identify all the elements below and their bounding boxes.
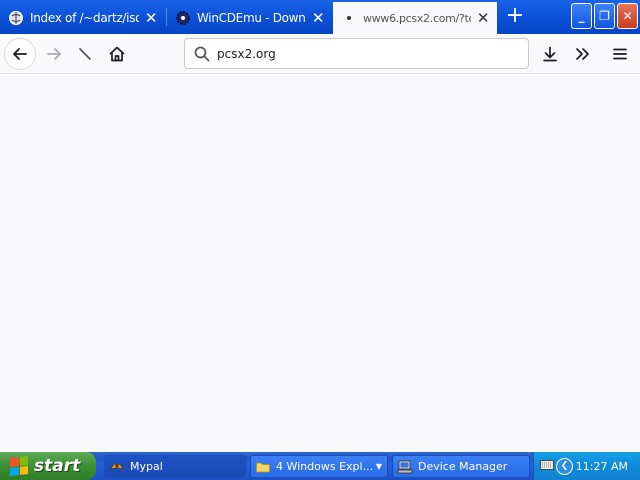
tab-label: Index of /~dartz/isos/ — [30, 10, 139, 25]
mypal-icon — [109, 459, 125, 475]
url-bar[interactable]: pcsx2.org — [184, 38, 529, 69]
taskbar-item-mypal[interactable]: Mypal — [104, 455, 246, 478]
arrow-right-icon — [47, 48, 61, 60]
globe-icon — [8, 10, 24, 26]
overflow-button[interactable] — [566, 38, 598, 70]
new-tab-button[interactable]: + — [500, 4, 530, 30]
loading-dot-icon — [341, 10, 357, 26]
home-button[interactable] — [101, 38, 133, 70]
tab-label: WinCDEmu - Downloa — [197, 10, 306, 25]
forward-button[interactable] — [38, 38, 70, 70]
folder-icon — [255, 459, 271, 475]
system-tray: ❮ 11:27 AM — [533, 452, 640, 480]
windows-logo-icon — [10, 456, 28, 476]
menu-button[interactable] — [604, 38, 636, 70]
browser-titlebar: Index of /~dartz/isos/ ✕ WinCDEmu - Down… — [0, 0, 640, 34]
taskbar-item-device-manager[interactable]: Device Manager — [392, 455, 530, 478]
url-text[interactable]: pcsx2.org — [217, 47, 276, 61]
stop-icon — [79, 48, 91, 60]
stop-reload-button[interactable] — [69, 38, 101, 70]
taskbar-item-windows-explorer[interactable]: 4 Windows Expl... ▼ — [250, 455, 388, 478]
navigation-toolbar: pcsx2.org — [0, 34, 640, 74]
tab-close-icon[interactable]: ✕ — [475, 10, 491, 26]
taskbar-item-label: Device Manager — [418, 460, 508, 473]
tab-index-of-isos[interactable]: Index of /~dartz/isos/ ✕ — [0, 3, 165, 32]
minimize-icon: _ — [578, 9, 585, 23]
arrow-left-icon — [13, 48, 27, 60]
hamburger-menu-icon — [613, 48, 627, 60]
keyboard-icon[interactable] — [540, 459, 554, 474]
chevron-down-icon: ▼ — [375, 462, 382, 471]
close-icon: ✕ — [622, 9, 633, 23]
start-button[interactable]: start — [0, 452, 96, 480]
back-button[interactable] — [4, 38, 36, 70]
home-icon — [109, 46, 125, 62]
tab-pcsx2[interactable]: www6.pcsx2.com/?te ✕ — [333, 2, 497, 34]
chevron-double-right-icon — [576, 48, 589, 60]
chevron-left-icon[interactable]: ❮ — [556, 457, 573, 475]
downloads-button[interactable] — [534, 38, 566, 70]
taskbar: start Mypal 4 Windows Expl... ▼ Device M… — [0, 452, 640, 480]
restore-button[interactable]: ❐ — [594, 3, 615, 29]
wincdemu-gear-icon — [175, 10, 191, 26]
restore-icon: ❐ — [599, 9, 610, 23]
device-manager-icon — [397, 459, 413, 475]
taskbar-item-label: 4 Windows Expl... — [276, 460, 374, 473]
tab-label: www6.pcsx2.com/?te — [363, 11, 471, 25]
tab-wincdemu[interactable]: WinCDEmu - Downloa ✕ — [167, 3, 332, 32]
search-icon — [194, 46, 210, 61]
close-window-button[interactable]: ✕ — [617, 3, 638, 29]
tab-close-icon[interactable]: ✕ — [310, 10, 326, 26]
taskbar-item-label: Mypal — [130, 460, 163, 473]
tab-close-icon[interactable]: ✕ — [143, 10, 159, 26]
start-label: start — [34, 456, 81, 476]
page-content-area[interactable] — [0, 74, 640, 452]
minimize-button[interactable]: _ — [571, 3, 592, 29]
download-icon — [543, 46, 557, 62]
system-clock[interactable]: 11:27 AM — [576, 460, 628, 473]
